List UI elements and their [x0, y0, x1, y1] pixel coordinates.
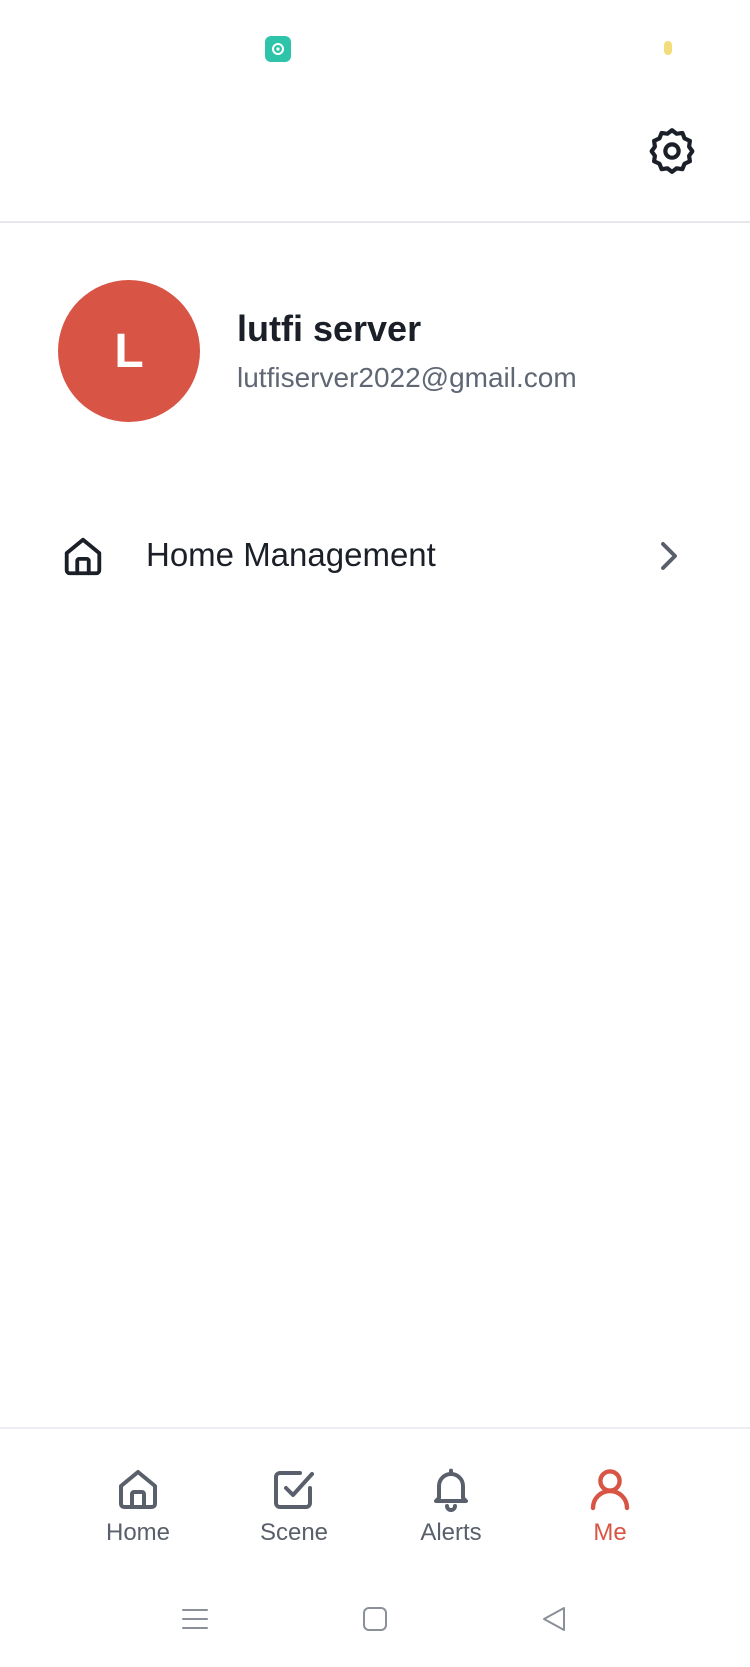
home-icon: [64, 537, 102, 576]
tab-home[interactable]: Home: [73, 1465, 203, 1565]
tab-alerts[interactable]: Alerts: [386, 1465, 516, 1565]
home-icon: [119, 1470, 157, 1509]
status-indicator-dot: [664, 41, 672, 55]
me-screen: L lutfi server lutfiserver2022@gmail.com…: [0, 0, 750, 1667]
tab-me[interactable]: Me: [545, 1465, 675, 1565]
back-nav-button[interactable]: [532, 1597, 576, 1641]
profile-email: lutfiserver2022@gmail.com: [237, 362, 577, 393]
gear-icon: [649, 128, 695, 174]
home-nav-button[interactable]: [353, 1597, 397, 1641]
system-nav-bar: [0, 1577, 750, 1667]
user-icon: [590, 1469, 630, 1511]
menu-lines-icon: [182, 1609, 208, 1629]
chevron-right-icon: [661, 542, 677, 570]
status-bar: [0, 0, 750, 96]
triangle-back-icon: [543, 1607, 565, 1631]
tab-label: Home: [105, 1519, 171, 1546]
settings-button[interactable]: [644, 122, 700, 178]
tab-label: Me: [593, 1519, 627, 1546]
profile-name: lutfi server: [237, 308, 422, 349]
checkbox-icon: [274, 1471, 314, 1509]
tab-scene[interactable]: Scene: [229, 1465, 359, 1565]
menu-item-home-management[interactable]: Home Management: [0, 512, 750, 598]
recent-apps-button[interactable]: [173, 1597, 217, 1641]
bottom-tab-bar: Home Scene Alerts Me: [0, 1427, 750, 1579]
profile-section[interactable]: L lutfi server lutfiserver2022@gmail.com: [0, 222, 750, 422]
avatar[interactable]: L: [58, 280, 200, 422]
menu-item-label: Home Management: [146, 536, 436, 573]
app-notification-icon: [265, 36, 291, 62]
bell-icon: [434, 1468, 468, 1512]
header: [0, 96, 750, 223]
square-icon: [363, 1607, 387, 1631]
tab-label: Alerts: [420, 1519, 482, 1546]
tab-label: Scene: [259, 1519, 329, 1546]
